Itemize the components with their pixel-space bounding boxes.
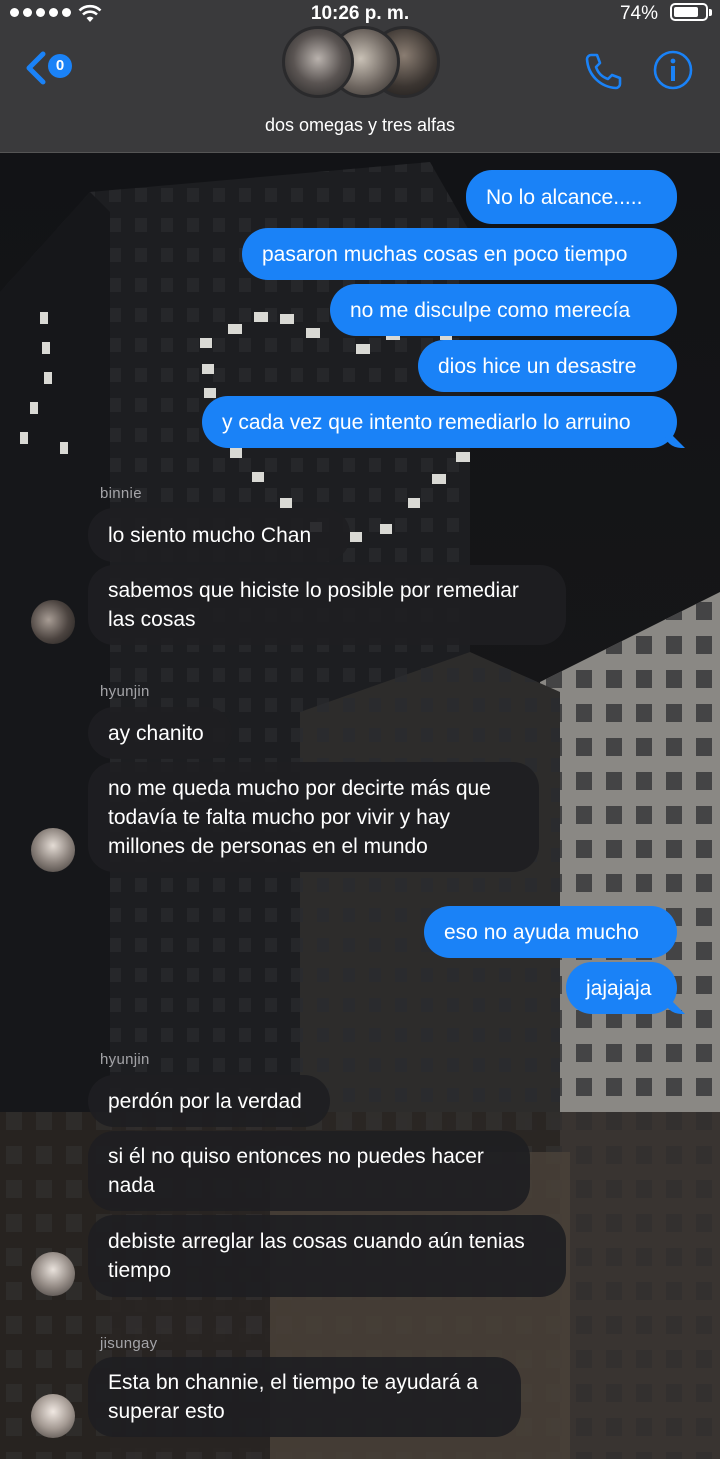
sender-avatar[interactable] — [31, 1394, 75, 1438]
info-icon[interactable] — [652, 49, 694, 91]
message-bubble-outgoing[interactable]: eso no ayuda mucho — [424, 906, 677, 958]
sender-avatar[interactable] — [31, 828, 75, 872]
message-bubble-incoming[interactable]: si él no quiso entonces no puedes hacer … — [88, 1131, 530, 1211]
message-bubble-outgoing[interactable]: no me disculpe como merecía — [330, 284, 677, 336]
message-bubble-outgoing[interactable]: y cada vez que intento remediarlo lo arr… — [202, 396, 677, 448]
sender-name: jisungay — [100, 1335, 158, 1352]
message-bubble-incoming[interactable]: Esta bn channie, el tiempo te ayudará a … — [88, 1357, 521, 1437]
message-bubble-outgoing[interactable]: dios hice un desastre — [418, 340, 677, 392]
message-bubble-incoming[interactable]: perdón por la verdad — [88, 1075, 330, 1127]
back-button[interactable]: 0 — [22, 48, 82, 88]
message-bubble-outgoing[interactable]: jajajaja — [566, 962, 677, 1014]
group-name[interactable]: dos omegas y tres alfas — [0, 115, 720, 136]
chat-header: 10:26 p. m. 74% 0 dos omegas y tres alfa… — [0, 0, 720, 153]
battery-percentage: 74% — [619, 3, 658, 24]
message-bubble-incoming[interactable]: lo siento mucho Chan — [88, 508, 350, 562]
message-bubble-outgoing[interactable]: No lo alcance..... — [466, 170, 677, 224]
sender-avatar[interactable] — [31, 1252, 75, 1296]
message-bubble-incoming[interactable]: no me queda mucho por decirte más que to… — [88, 762, 539, 872]
sender-avatar[interactable] — [31, 600, 75, 644]
message-bubble-incoming[interactable]: ay chanito — [88, 707, 232, 759]
sender-name: binnie — [100, 485, 142, 502]
sender-name: hyunjin — [100, 683, 150, 700]
back-chevron-icon — [26, 51, 46, 85]
message-bubble-outgoing[interactable]: pasaron muchas cosas en poco tiempo — [242, 228, 677, 280]
sender-name: hyunjin — [100, 1051, 150, 1068]
battery-icon — [670, 3, 712, 21]
group-avatar-1 — [282, 26, 354, 98]
message-bubble-incoming[interactable]: sabemos que hiciste lo posible por remed… — [88, 565, 566, 645]
message-bubble-incoming[interactable]: debiste arreglar las cosas cuando aún te… — [88, 1215, 566, 1297]
phone-icon[interactable] — [582, 50, 624, 92]
unread-count-badge: 0 — [48, 54, 72, 78]
chat-screen: 10:26 p. m. 74% 0 dos omegas y tres alfa… — [0, 0, 720, 1459]
group-avatars[interactable] — [280, 24, 440, 104]
